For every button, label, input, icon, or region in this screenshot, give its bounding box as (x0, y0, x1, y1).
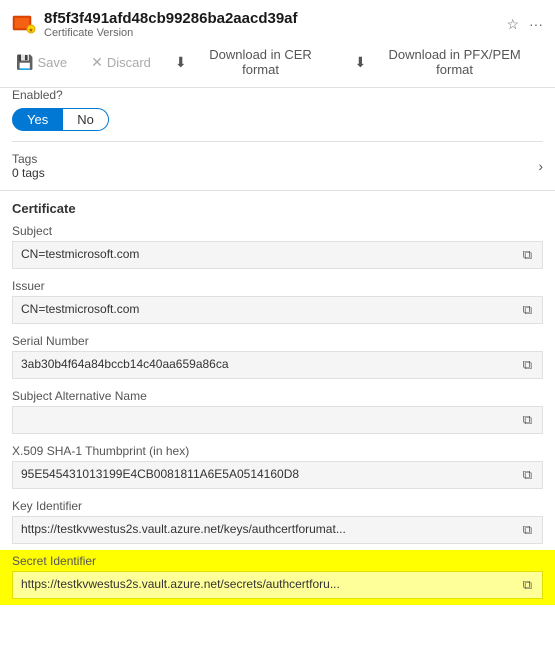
key-identifier-value-row: https://testkvwestus2s.vault.azure.net/k… (12, 516, 543, 544)
thumbprint-copy-button[interactable]: ⧉ (521, 467, 534, 483)
key-identifier-label: Key Identifier (12, 499, 543, 513)
issuer-value: CN=testmicrosoft.com (21, 302, 521, 318)
svg-text:★: ★ (28, 27, 33, 34)
download-pfx-button[interactable]: ⬇ Download in PFX/PEM format (350, 45, 543, 79)
subject-value: CN=testmicrosoft.com (21, 247, 521, 263)
thumbprint-field: X.509 SHA-1 Thumbprint (in hex) 95E54543… (0, 440, 555, 495)
secret-identifier-copy-button[interactable]: ⧉ (521, 577, 534, 593)
secret-identifier-field: Secret Identifier https://testkvwestus2s… (0, 550, 555, 605)
subject-alt-name-copy-button[interactable]: ⧉ (521, 412, 534, 428)
subject-alt-name-value-row: ⧉ (12, 406, 543, 434)
secret-identifier-label: Secret Identifier (12, 554, 543, 568)
key-identifier-copy-button[interactable]: ⧉ (521, 522, 534, 538)
tags-row[interactable]: Tags 0 tags › (0, 142, 555, 191)
pin-icon[interactable]: ☆ (506, 16, 519, 33)
page-title: 8f5f3f491afd48cb99286ba2aacd39af (44, 10, 498, 27)
page-header: ★ 8f5f3f491afd48cb99286ba2aacd39af Certi… (0, 0, 555, 41)
download-pfx-icon: ⬇ (354, 54, 366, 71)
serial-number-copy-button[interactable]: ⧉ (521, 357, 534, 373)
tags-label: Tags (12, 152, 45, 166)
yes-button[interactable]: Yes (12, 108, 63, 131)
key-identifier-value: https://testkvwestus2s.vault.azure.net/k… (21, 522, 521, 538)
secret-identifier-value-row: https://testkvwestus2s.vault.azure.net/s… (12, 571, 543, 599)
secret-identifier-value: https://testkvwestus2s.vault.azure.net/s… (21, 577, 521, 593)
serial-number-value-row: 3ab30b4f64a84bccb14c40aa659a86ca ⧉ (12, 351, 543, 379)
header-title-block: 8f5f3f491afd48cb99286ba2aacd39af Certifi… (44, 10, 498, 39)
key-identifier-field: Key Identifier https://testkvwestus2s.va… (0, 495, 555, 550)
issuer-field: Issuer CN=testmicrosoft.com ⧉ (0, 275, 555, 330)
no-button[interactable]: No (63, 108, 109, 131)
subject-value-row: CN=testmicrosoft.com ⧉ (12, 241, 543, 269)
enabled-label: Enabled? (0, 88, 555, 102)
serial-number-field: Serial Number 3ab30b4f64a84bccb14c40aa65… (0, 330, 555, 385)
tags-count: 0 tags (12, 166, 45, 180)
serial-number-value: 3ab30b4f64a84bccb14c40aa659a86ca (21, 357, 521, 373)
download-cer-icon: ⬇ (175, 54, 187, 71)
download-cer-button[interactable]: ⬇ Download in CER format (171, 45, 335, 79)
issuer-copy-button[interactable]: ⧉ (521, 302, 534, 318)
serial-number-label: Serial Number (12, 334, 543, 348)
subject-label: Subject (12, 224, 543, 238)
subject-field: Subject CN=testmicrosoft.com ⧉ (0, 220, 555, 275)
thumbprint-label: X.509 SHA-1 Thumbprint (in hex) (12, 444, 543, 458)
toolbar: 💾 Save ✕ Discard ⬇ Download in CER forma… (0, 41, 555, 88)
subject-alt-name-value (21, 412, 521, 428)
subject-alt-name-field: Subject Alternative Name ⧉ (0, 385, 555, 440)
thumbprint-value-row: 95E545431013199E4CB0081811A6E5A0514160D8… (12, 461, 543, 489)
certificate-section-title: Certificate (0, 191, 555, 220)
tags-info: Tags 0 tags (12, 152, 45, 180)
save-button[interactable]: 💾 Save (12, 52, 71, 73)
subject-copy-button[interactable]: ⧉ (521, 247, 534, 263)
issuer-value-row: CN=testmicrosoft.com ⧉ (12, 296, 543, 324)
issuer-label: Issuer (12, 279, 543, 293)
more-icon[interactable]: ··· (529, 16, 543, 33)
certificate-icon: ★ (12, 13, 36, 37)
discard-button[interactable]: ✕ Discard (87, 52, 155, 73)
discard-icon: ✕ (91, 54, 103, 71)
subject-alt-name-label: Subject Alternative Name (12, 389, 543, 403)
thumbprint-value: 95E545431013199E4CB0081811A6E5A0514160D8 (21, 467, 521, 483)
header-actions: ☆ ··· (506, 16, 543, 33)
save-icon: 💾 (16, 54, 33, 71)
tags-chevron-icon: › (538, 158, 543, 174)
page-subtitle: Certificate Version (44, 27, 498, 39)
enabled-toggle-group: Yes No (0, 108, 555, 141)
